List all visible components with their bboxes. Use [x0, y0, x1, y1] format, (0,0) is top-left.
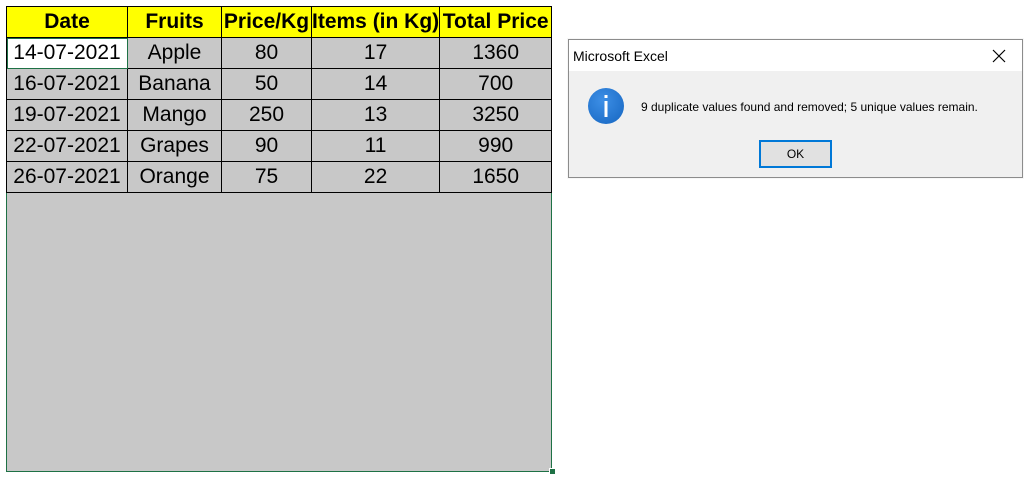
cell-items[interactable]: 14	[310, 68, 441, 100]
close-icon	[992, 49, 1006, 62]
header-total-price[interactable]: Total Price	[439, 6, 553, 38]
cell-fruit[interactable]: Orange	[127, 161, 222, 193]
dialog-title: Microsoft Excel	[573, 48, 668, 64]
ok-button[interactable]: OK	[759, 140, 832, 168]
message-dialog: Microsoft Excel 9 duplicate values found…	[568, 39, 1023, 178]
cell-date[interactable]: 19-07-2021	[6, 99, 128, 131]
cell-price[interactable]: 75	[221, 161, 312, 193]
close-button[interactable]	[976, 40, 1022, 71]
table-row: 26-07-2021 Orange 75 22 1650	[6, 161, 553, 193]
cell-items[interactable]: 11	[310, 130, 441, 162]
header-items-in-kg[interactable]: Items (in Kg)	[310, 6, 441, 38]
dialog-message: 9 duplicate values found and removed; 5 …	[641, 100, 978, 114]
fill-handle[interactable]	[549, 468, 556, 475]
cell-total[interactable]: 3250	[439, 99, 553, 131]
info-icon	[588, 88, 624, 124]
table-row: 22-07-2021 Grapes 90 11 990	[6, 130, 553, 162]
cell-date[interactable]: 26-07-2021	[6, 161, 128, 193]
dialog-body: 9 duplicate values found and removed; 5 …	[569, 71, 1022, 177]
ok-button-label: OK	[786, 147, 805, 161]
table-row: 16-07-2021 Banana 50 14 700	[6, 68, 553, 100]
cell-items[interactable]: 22	[310, 161, 441, 193]
header-date[interactable]: Date	[6, 6, 128, 38]
cell-date[interactable]: 14-07-2021	[6, 37, 128, 69]
header-row: Date Fruits Price/Kg Items (in Kg) Total…	[6, 6, 553, 38]
header-price-per-kg[interactable]: Price/Kg	[221, 6, 312, 38]
cell-total[interactable]: 990	[439, 130, 553, 162]
cell-fruit[interactable]: Mango	[127, 99, 222, 131]
data-table: Date Fruits Price/Kg Items (in Kg) Total…	[6, 6, 553, 193]
cell-date[interactable]: 22-07-2021	[6, 130, 128, 162]
cell-total[interactable]: 700	[439, 68, 553, 100]
cell-price[interactable]: 50	[221, 68, 312, 100]
cell-fruit[interactable]: Banana	[127, 68, 222, 100]
dialog-titlebar[interactable]: Microsoft Excel	[569, 40, 1022, 71]
cell-price[interactable]: 250	[221, 99, 312, 131]
cell-date[interactable]: 16-07-2021	[6, 68, 128, 100]
table-row: 14-07-2021 Apple 80 17 1360	[6, 37, 553, 69]
cell-total[interactable]: 1650	[439, 161, 553, 193]
cell-price[interactable]: 80	[221, 37, 312, 69]
cell-items[interactable]: 17	[310, 37, 441, 69]
table-row: 19-07-2021 Mango 250 13 3250	[6, 99, 553, 131]
header-fruits[interactable]: Fruits	[127, 6, 222, 38]
cell-price[interactable]: 90	[221, 130, 312, 162]
cell-fruit[interactable]: Grapes	[127, 130, 222, 162]
cell-items[interactable]: 13	[310, 99, 441, 131]
cell-fruit[interactable]: Apple	[127, 37, 222, 69]
cell-total[interactable]: 1360	[439, 37, 553, 69]
